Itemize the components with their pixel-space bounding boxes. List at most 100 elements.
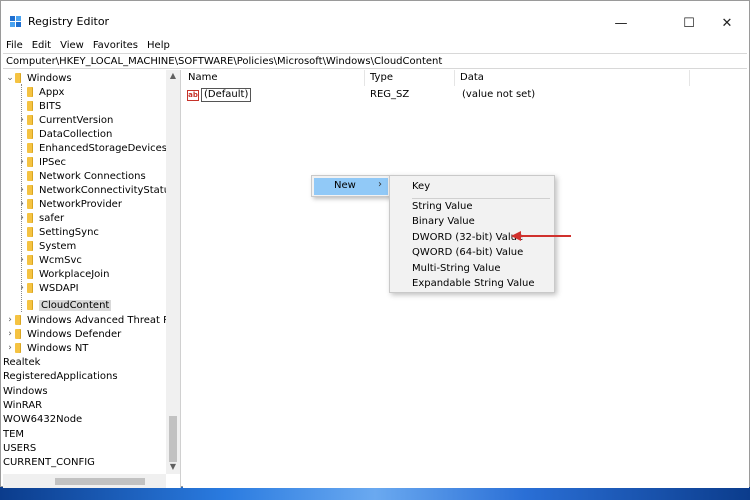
tree-item-windows-nt[interactable]: › Windows NT [5, 341, 88, 355]
menu-file[interactable]: File [6, 40, 23, 51]
scroll-down-icon[interactable]: ▼ [166, 462, 180, 474]
chevron-right-icon[interactable]: › [17, 185, 27, 195]
tree-item-system-hive[interactable]: TEM [3, 427, 24, 441]
folder-icon [27, 87, 33, 97]
tree-item-registeredapplications[interactable]: RegisteredApplications [3, 369, 118, 383]
tree-item-wcmsvc[interactable]: › WcmSvc [17, 253, 82, 267]
tree-item-workplacejoin[interactable]: WorkplaceJoin [17, 267, 109, 281]
title-bar: Registry Editor — ☐ ✕ [1, 1, 749, 37]
folder-icon [27, 157, 33, 167]
hscroll-thumb[interactable] [55, 478, 145, 485]
tree-item-datacollection[interactable]: DataCollection [17, 127, 112, 141]
folder-icon [27, 255, 33, 265]
tree-item-currentversion[interactable]: › CurrentVersion [17, 113, 113, 127]
folder-icon [27, 199, 33, 209]
tree-item-winrar[interactable]: WinRAR [3, 398, 42, 412]
chevron-down-icon[interactable]: ⌄ [5, 73, 15, 83]
menu-item-dword-value[interactable]: DWORD (32-bit) Value [412, 232, 523, 243]
tree-item-cloudcontent[interactable]: CloudContent [17, 298, 112, 312]
folder-icon [27, 269, 33, 279]
menu-item-key[interactable]: Key [412, 181, 430, 192]
chevron-right-icon[interactable]: › [17, 213, 27, 223]
key-tree: ⌄ Windows Appx BITS › CurrentVersion DataC… [3, 70, 181, 488]
annotation-arrow-icon [511, 231, 571, 241]
tree-item-users[interactable]: USERS [3, 441, 36, 455]
folder-icon [27, 283, 33, 293]
tree-item-settingsync[interactable]: SettingSync [17, 225, 99, 239]
registry-editor-window: Registry Editor — ☐ ✕ File Edit View Fav… [0, 0, 750, 488]
menu-favorites[interactable]: Favorites [93, 40, 138, 51]
tree-item-networkconnectivitystatus[interactable]: › NetworkConnectivityStatusIn [17, 183, 180, 197]
scroll-thumb[interactable] [169, 416, 177, 462]
value-data: (value not set) [462, 89, 536, 100]
menu-item-multi-string-value[interactable]: Multi-String Value [412, 263, 501, 274]
menu-separator [412, 198, 550, 199]
menu-item-new[interactable]: New [334, 180, 356, 191]
address-bar[interactable]: Computer\HKEY_LOCAL_MACHINE\SOFTWARE\Pol… [3, 53, 747, 69]
folder-icon [27, 213, 33, 223]
minimize-button[interactable]: — [601, 9, 641, 37]
tree-item-windows-advanced-threat[interactable]: › Windows Advanced Threat Prote [5, 313, 180, 327]
tree-item-system[interactable]: System [17, 239, 76, 253]
close-button[interactable]: ✕ [707, 9, 747, 37]
folder-icon [27, 101, 33, 111]
tree-item-wsdapi[interactable]: › WSDAPI [17, 281, 78, 295]
folder-icon [15, 343, 21, 353]
tree-item-networkprovider[interactable]: › NetworkProvider [17, 197, 122, 211]
tree-item-current-config[interactable]: CURRENT_CONFIG [3, 455, 95, 469]
menu-item-string-value[interactable]: String Value [412, 201, 472, 212]
window-title: Registry Editor [28, 15, 110, 28]
menu-bar: File Edit View Favorites Help [1, 37, 749, 53]
folder-icon [27, 129, 33, 139]
folder-icon [15, 73, 21, 83]
chevron-right-icon[interactable]: › [17, 157, 27, 167]
folder-icon [27, 241, 33, 251]
menu-view[interactable]: View [60, 40, 84, 51]
tree-horizontal-scrollbar[interactable] [3, 474, 166, 488]
context-menu-new[interactable]: New › [311, 175, 391, 197]
chevron-right-icon: › [378, 179, 382, 190]
folder-icon [27, 115, 33, 125]
tree-item-realtek[interactable]: Realtek [3, 355, 40, 369]
value-name: (Default) [201, 88, 252, 102]
maximize-button[interactable]: ☐ [669, 9, 709, 37]
tree-item-network-connections[interactable]: Network Connections [17, 169, 146, 183]
tree-item-appx[interactable]: Appx [17, 85, 64, 99]
folder-icon [15, 315, 21, 325]
column-header-name[interactable]: Name [183, 70, 365, 86]
folder-icon [27, 300, 33, 310]
menu-help[interactable]: Help [147, 40, 170, 51]
column-header-type[interactable]: Type [365, 70, 455, 86]
tree-item-safer[interactable]: › safer [17, 211, 64, 225]
tree-item-windows-defender[interactable]: › Windows Defender [5, 327, 121, 341]
menu-item-expandable-string-value[interactable]: Expandable String Value [412, 278, 534, 289]
scroll-up-icon[interactable]: ▲ [166, 71, 180, 83]
tree-item-wow6432node[interactable]: WOW6432Node [3, 412, 82, 426]
column-header-data[interactable]: Data [455, 70, 690, 86]
menu-edit[interactable]: Edit [32, 40, 51, 51]
chevron-right-icon[interactable]: › [17, 199, 27, 209]
chevron-right-icon[interactable]: › [5, 329, 15, 339]
folder-icon [27, 143, 33, 153]
value-type: REG_SZ [370, 89, 410, 100]
chevron-right-icon[interactable]: › [5, 343, 15, 353]
folder-icon [15, 329, 21, 339]
chevron-right-icon[interactable]: › [17, 115, 27, 125]
menu-item-binary-value[interactable]: Binary Value [412, 216, 475, 227]
tree-item-ipsec[interactable]: › IPSec [17, 155, 66, 169]
folder-icon [27, 185, 33, 195]
tree-item-bits[interactable]: BITS [17, 99, 61, 113]
tree-vertical-scrollbar[interactable]: ▲ ▼ [166, 70, 180, 474]
chevron-right-icon[interactable]: › [17, 255, 27, 265]
tree-item-enhancedstoragedevices[interactable]: EnhancedStorageDevices [17, 141, 167, 155]
chevron-right-icon[interactable]: › [5, 315, 15, 325]
tree-item-windows[interactable]: ⌄ Windows [5, 71, 71, 85]
value-row-default[interactable]: ab (Default) [187, 87, 252, 103]
folder-icon [27, 227, 33, 237]
chevron-right-icon[interactable]: › [17, 283, 27, 293]
tree-item-windows-root[interactable]: Windows [3, 384, 48, 398]
registry-editor-icon [10, 16, 21, 27]
menu-item-qword-value[interactable]: QWORD (64-bit) Value [412, 247, 523, 258]
string-value-icon: ab [187, 89, 199, 101]
folder-icon [27, 171, 33, 181]
